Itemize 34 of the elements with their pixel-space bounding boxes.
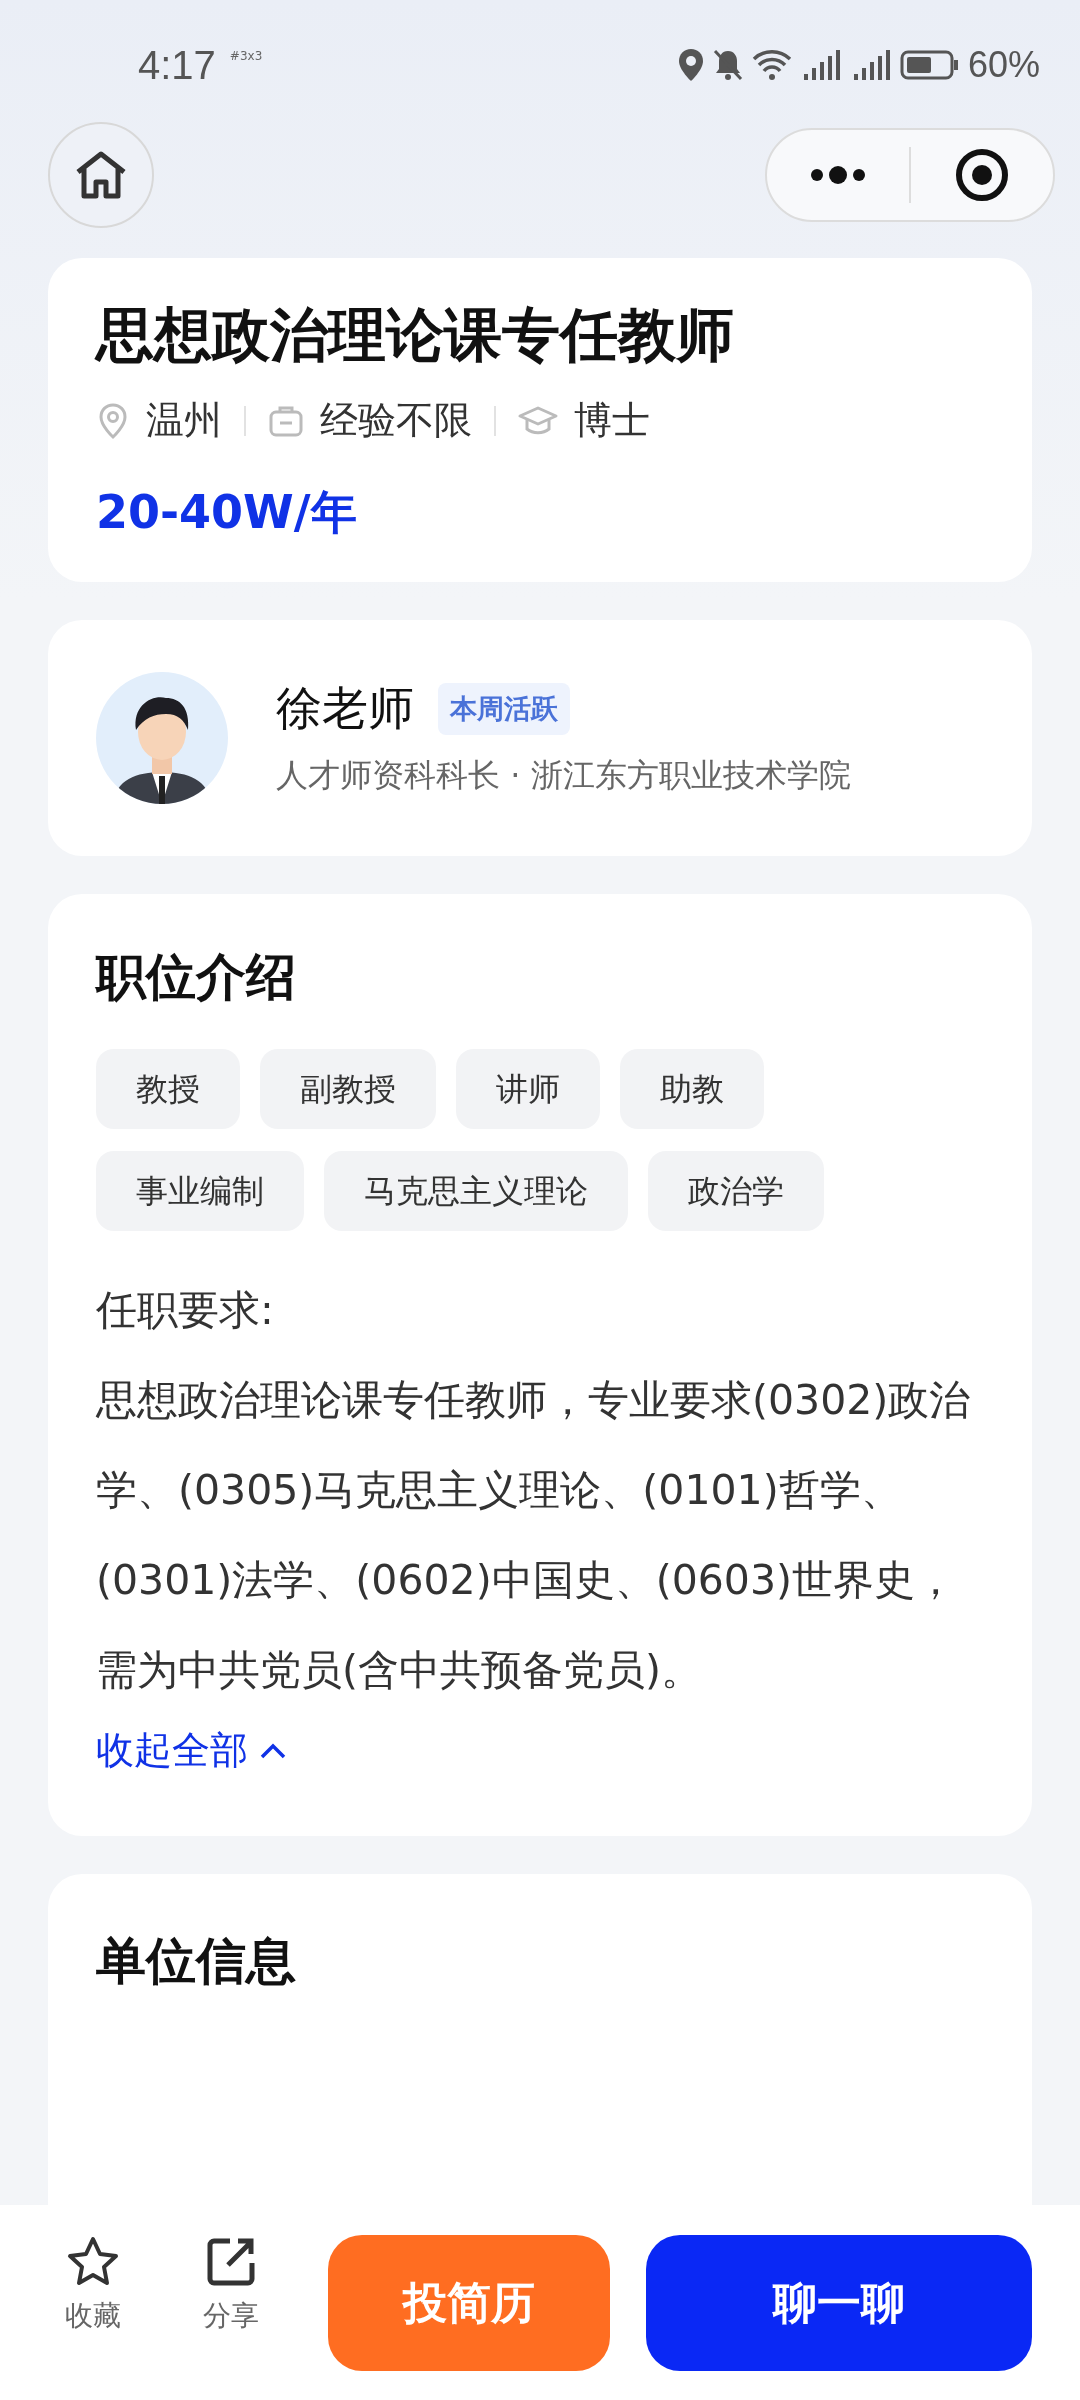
tag: 事业编制 xyxy=(96,1151,304,1232)
home-icon xyxy=(74,150,128,200)
muted-bell-icon xyxy=(711,48,744,82)
wifi-icon xyxy=(751,49,792,81)
section-heading: 职位介绍 xyxy=(96,947,297,1009)
tag: 副教授 xyxy=(260,1049,436,1130)
tag: 讲师 xyxy=(456,1049,600,1130)
requirements-label: 任职要求: xyxy=(96,1285,275,1337)
meta-text: 温州 xyxy=(146,397,222,445)
requirements-text: 思想政治理论课专任教师，专业要求(0302)政治学、(0305)马克思主义理论、(0101)哲学、(0301)法学、(0602)中国史、(0603)世界史，需为中共党员(含中共预备党员)。 xyxy=(96,1375,972,1697)
meta-text: 博士 xyxy=(574,397,650,445)
tag: 马克思主义理论 xyxy=(324,1151,628,1232)
graduation-cap-icon xyxy=(518,404,558,437)
activity-badge: 本周活跃 xyxy=(438,683,570,736)
recruiter-name: 徐老师 xyxy=(276,680,414,738)
tag: 助教 xyxy=(620,1049,764,1130)
action-button[interactable]: 分享 xyxy=(178,2235,284,2335)
battery-percent: 60% xyxy=(967,44,1040,86)
action-button[interactable]: 收藏 xyxy=(40,2235,146,2335)
collapse-link[interactable]: 收起全部 xyxy=(96,1725,288,1777)
recruiter-title: 人才师资科科长 · 浙江东方职业技术学院 xyxy=(276,755,851,797)
tag: 政治学 xyxy=(648,1151,824,1232)
location-icon xyxy=(677,48,704,82)
section-heading: 单位信息 xyxy=(96,1931,297,1993)
meta-text: 经验不限 xyxy=(320,397,472,445)
status-time: 4:17 xyxy=(138,42,216,88)
status-note: #3x3 xyxy=(229,48,263,63)
battery-icon xyxy=(899,50,960,80)
job-title: 思想政治理论课专任教师 xyxy=(96,300,735,371)
tag: 教授 xyxy=(96,1049,240,1130)
salary: 20-40W/年 xyxy=(96,484,358,542)
target-icon xyxy=(955,148,1009,202)
more-icon xyxy=(810,165,866,185)
chat-button[interactable]: 聊一聊 xyxy=(646,2235,1032,2371)
